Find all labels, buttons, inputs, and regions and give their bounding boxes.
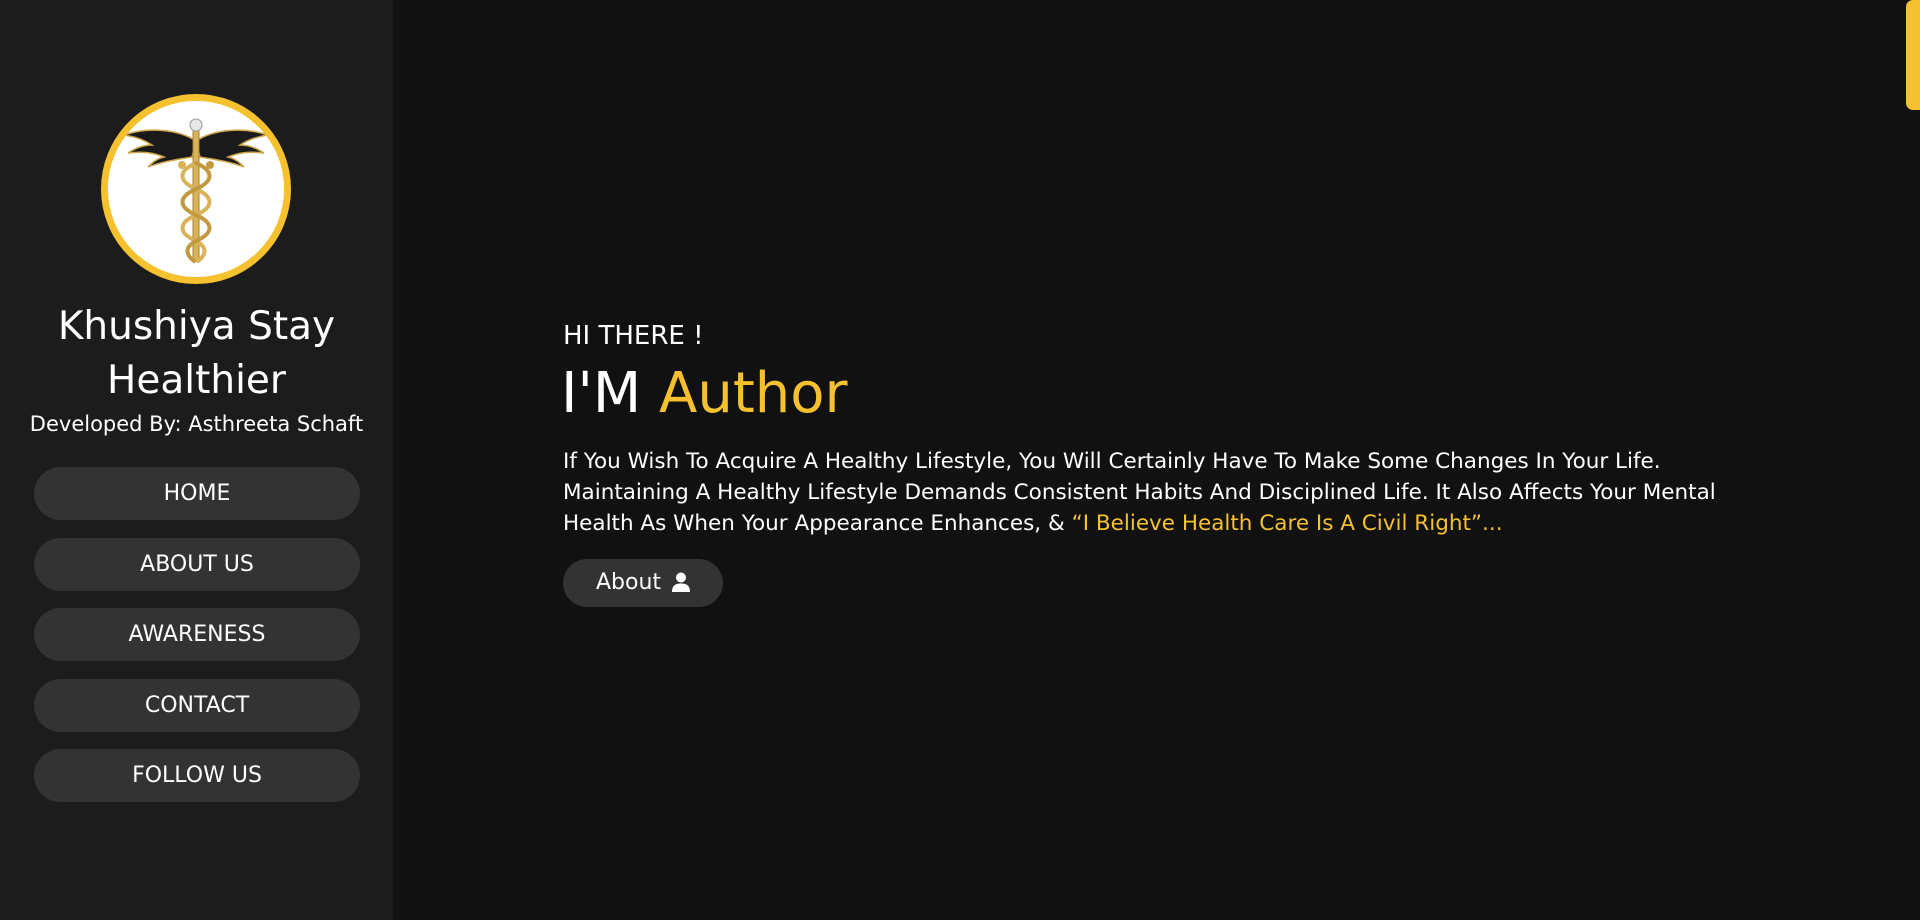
nav-item-about-us[interactable]: ABOUT US [34, 537, 360, 591]
about-button-label: About [595, 570, 662, 595]
intro-quote: “I Believe Health Care Is A Civil Right”… [1071, 511, 1503, 536]
scrollbar-thumb[interactable] [1906, 0, 1920, 110]
site-logo[interactable] [101, 94, 291, 284]
nav-item-contact[interactable]: CONTACT [34, 678, 360, 732]
greeting: HI THERE ! [563, 321, 704, 351]
nav-item-home[interactable]: HOME [34, 467, 360, 520]
site-title-line2: Healthier [107, 358, 286, 403]
headline-prefix: I'M [561, 361, 660, 426]
user-icon [672, 562, 691, 610]
site-title: Khushiya Stay Healthier [0, 300, 393, 408]
sidebar-nav: HOME ABOUT US AWARENESS CONTACT FOLLOW U… [34, 467, 360, 820]
intro-paragraph: If You Wish To Acquire A Healthy Lifesty… [563, 446, 1753, 539]
headline: I'M Author [561, 358, 848, 430]
headline-accent: Author [659, 361, 848, 426]
nav-item-awareness[interactable]: AWARENESS [34, 608, 360, 661]
caduceus-icon [108, 101, 284, 277]
about-button[interactable]: About [563, 559, 723, 607]
nav-item-follow-us[interactable]: FOLLOW US [34, 749, 360, 802]
page-scrollbar[interactable] [1902, 0, 1920, 920]
hero-section: HI THERE ! I'M Author If You Wish To Acq… [393, 0, 1902, 920]
developer-credit: Developed By: Asthreeta Schaft [29, 412, 364, 436]
sidebar: Khushiya Stay Healthier Developed By: As… [0, 0, 393, 920]
site-title-line1: Khushiya Stay [57, 304, 336, 349]
